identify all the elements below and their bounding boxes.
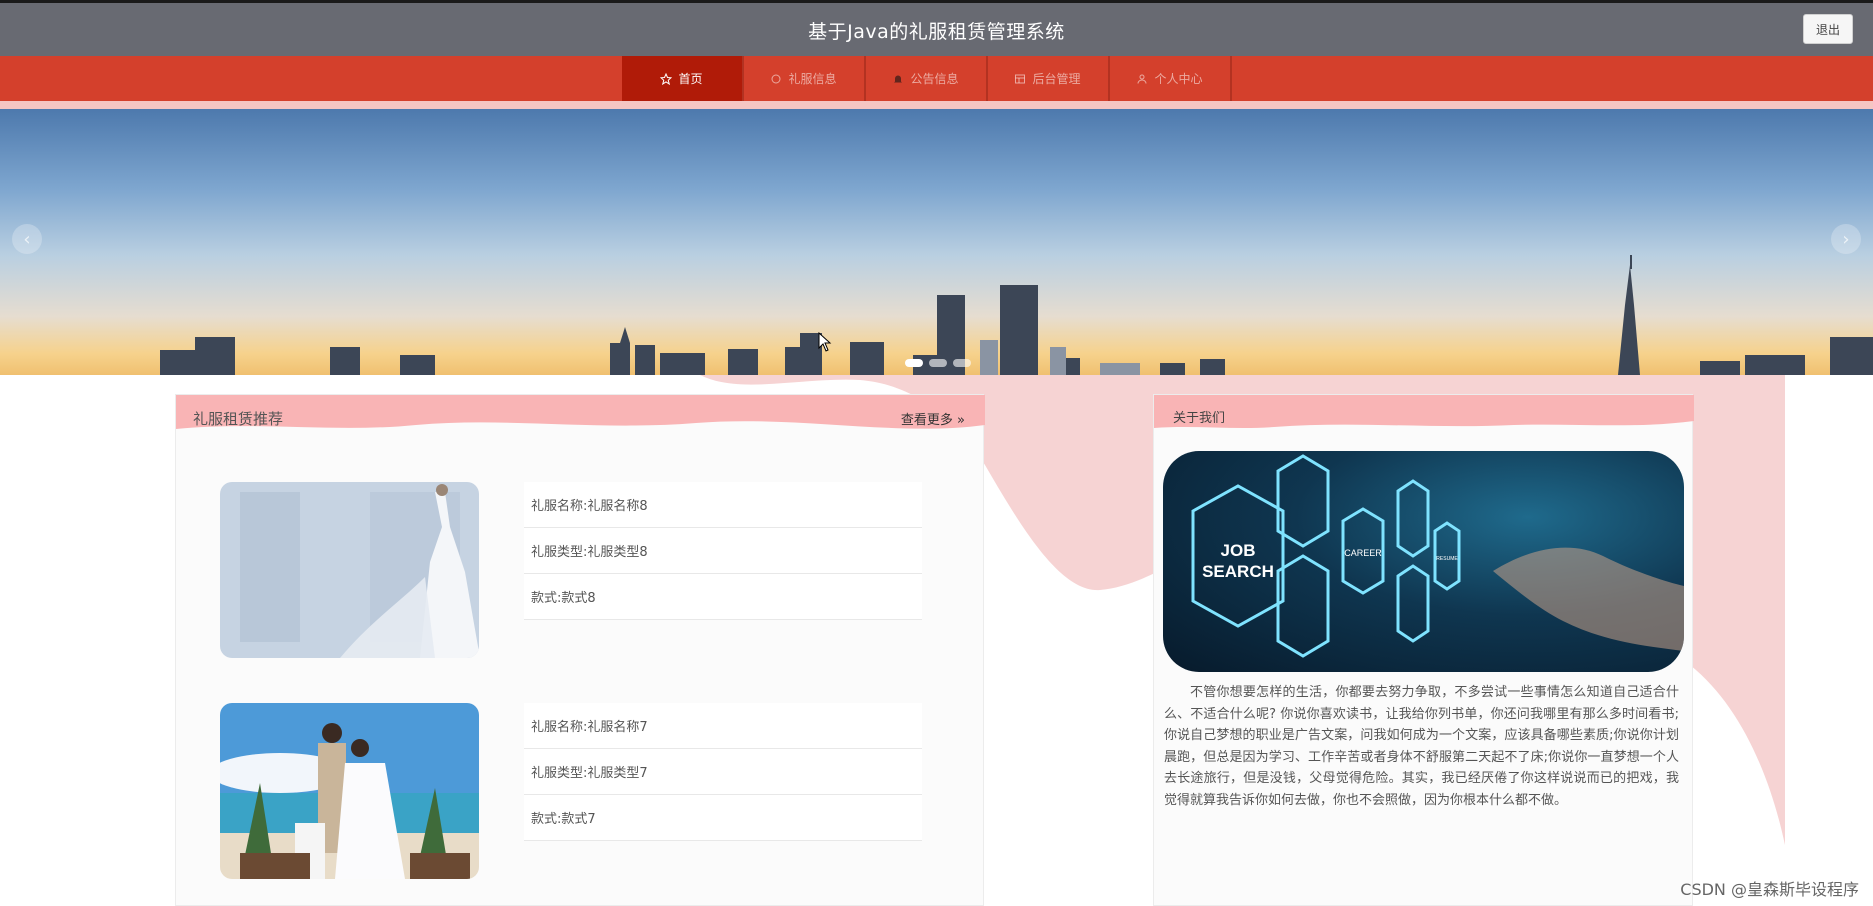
carousel-dot[interactable]: [929, 359, 947, 367]
city-skyline-image: [160, 255, 1873, 375]
search-label: SEARCH: [1202, 562, 1274, 581]
nav-item-notice[interactable]: 公告信息: [866, 56, 988, 101]
dress-name: 礼服名称:礼服名称8: [524, 482, 922, 528]
nav-item-dress-info[interactable]: 礼服信息: [744, 56, 866, 101]
product-card[interactable]: 礼服名称:礼服名称7 礼服类型:礼服类型7 款式:款式7: [220, 703, 922, 883]
csdn-watermark: CSDN @皇森斯毕设程序: [1680, 880, 1859, 899]
nav-item-home[interactable]: 首页: [621, 56, 744, 101]
dress-style: 款式:款式8: [524, 574, 922, 620]
nav-item-label: 首页: [678, 72, 703, 86]
carousel-next-button[interactable]: ›: [1831, 224, 1861, 254]
carousel-prev-button[interactable]: ‹: [12, 224, 42, 254]
product-card[interactable]: 礼服名称:礼服名称8 礼服类型:礼服类型8 款式:款式8: [220, 482, 922, 662]
about-panel: 关于我们 JOB SEARCH CAREER RESUME 不管你想要怎样的生活…: [1153, 394, 1694, 906]
job-search-image: JOB SEARCH CAREER RESUME: [1163, 451, 1684, 672]
site-title: 基于Java的礼服租赁管理系统: [808, 21, 1065, 43]
grid-icon: [1015, 74, 1026, 83]
product-info: 礼服名称:礼服名称7 礼服类型:礼服类型7 款式:款式7: [524, 703, 922, 841]
product-info: 礼服名称:礼服名称8 礼服类型:礼服类型8 款式:款式8: [524, 482, 922, 620]
top-header: 基于Java的礼服租赁管理系统 退出: [0, 0, 1873, 56]
dress-name: 礼服名称:礼服名称7: [524, 703, 922, 749]
dress-type: 礼服类型:礼服类型8: [524, 528, 922, 574]
nav-item-profile[interactable]: 个人中心: [1110, 56, 1232, 101]
bell-icon: [894, 75, 903, 82]
career-label: CAREER: [1344, 548, 1382, 558]
about-title: 关于我们: [1173, 411, 1226, 426]
recommend-title: 礼服租赁推荐: [193, 410, 284, 428]
dress-type: 礼服类型:礼服类型7: [524, 749, 922, 795]
nav-divider-strip: [0, 101, 1873, 109]
circle-icon: [771, 74, 781, 83]
nav-item-label: 后台管理: [1032, 72, 1081, 86]
resume-label: RESUME: [1436, 556, 1458, 562]
banner-carousel[interactable]: ‹ ›: [0, 109, 1873, 375]
view-more-link[interactable]: 查看更多 »: [901, 409, 965, 428]
about-description: 不管你想要怎样的生活，你都要去努力争取，不多尝试一些事情怎么知道自己适合什么、不…: [1164, 685, 1679, 808]
job-label: JOB: [1221, 541, 1256, 560]
nav-item-label: 公告信息: [910, 72, 959, 86]
panel-header-wave: [176, 395, 985, 429]
carousel-indicators: [905, 359, 971, 367]
recommend-panel-header: 礼服租赁推荐 查看更多 »: [176, 395, 985, 441]
nav-item-label: 个人中心: [1154, 72, 1203, 86]
about-panel-header: 关于我们: [1154, 395, 1694, 441]
star-icon: [660, 72, 673, 85]
nav-item-admin[interactable]: 后台管理: [988, 56, 1110, 101]
nav-item-label: 礼服信息: [788, 72, 837, 86]
logout-button[interactable]: 退出: [1803, 14, 1853, 44]
wedding-couple-image[interactable]: [220, 703, 479, 879]
carousel-dot[interactable]: [905, 359, 923, 367]
panel-header-wave: [1154, 395, 1694, 428]
user-icon: [1137, 74, 1147, 84]
dress-style: 款式:款式7: [524, 795, 922, 841]
recommend-panel: 礼服租赁推荐 查看更多 » 礼服名称:礼服名称8 礼服类型:礼服类型8 款式:款…: [175, 394, 985, 906]
mouse-cursor-icon: [818, 332, 832, 352]
wedding-dress-image[interactable]: [220, 482, 479, 658]
main-nav: 首页 礼服信息 公告信息 后台管理 个人中心: [0, 56, 1873, 101]
carousel-dot[interactable]: [953, 359, 971, 367]
